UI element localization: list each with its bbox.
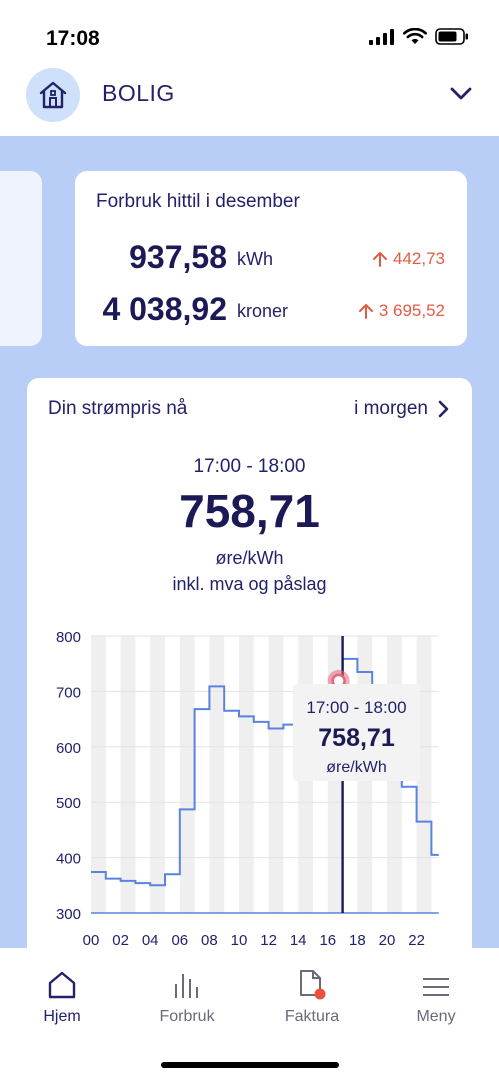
- signal-icon: [369, 28, 394, 45]
- nav-label-home: Hjem: [43, 1008, 81, 1025]
- consumption-summary-card[interactable]: Forbruk hittil i desember 937,58 kWh 442…: [75, 171, 467, 346]
- previous-card[interactable]: [0, 171, 42, 346]
- chart-stripe: [268, 636, 284, 913]
- bar-chart-icon: [175, 974, 198, 998]
- price-chart[interactable]: 800 700 600 500 400 300 00 02 04 06 08 10 12 14 16 18 2…: [27, 378, 472, 948]
- nav-label-meny: Meny: [416, 1008, 456, 1025]
- chart-stripe: [239, 636, 254, 913]
- chart-stripe: [179, 636, 195, 913]
- chevron-down-icon[interactable]: [449, 82, 473, 106]
- x-tick-label: 14: [290, 932, 307, 948]
- kroner-delta-value: 3 695,52: [378, 301, 445, 320]
- x-tick-label: 06: [171, 932, 188, 948]
- summary-title: Forbruk hittil i desember: [96, 191, 300, 212]
- kwh-value: 937,58: [129, 239, 227, 275]
- x-tick-label: 18: [349, 932, 366, 948]
- nav-label-forbruk: Forbruk: [159, 1008, 215, 1025]
- battery-icon: [435, 28, 468, 45]
- tooltip-value: 758,71: [318, 724, 395, 752]
- property-avatar[interactable]: [26, 68, 80, 122]
- x-tick-label: 20: [379, 932, 396, 948]
- status-bar: 17:08: [0, 0, 499, 62]
- x-tick-label: 10: [231, 932, 248, 948]
- invoice-icon: [300, 970, 326, 1000]
- price-tooltip: 17:00 - 18:00 758,71 øre/kWh: [293, 684, 420, 781]
- content-area: Forbruk hittil i desember 937,58 kWh 442…: [0, 136, 499, 948]
- arrow-up-icon: [373, 252, 387, 267]
- y-tick-label: 300: [56, 906, 81, 923]
- y-tick-label: 700: [56, 684, 81, 701]
- tooltip-unit: øre/kWh: [326, 759, 387, 776]
- y-tick-label: 400: [56, 851, 81, 868]
- chart-stripe: [120, 636, 136, 913]
- house-icon: [39, 81, 67, 109]
- x-tick-label: 12: [260, 932, 277, 948]
- nav-item-home[interactable]: Hjem: [12, 968, 112, 1026]
- x-tick-label: 22: [408, 932, 425, 948]
- y-tick-label: 800: [56, 629, 81, 646]
- arrow-up-icon: [358, 304, 373, 319]
- kroner-delta: 3 695,52: [357, 301, 445, 321]
- home-indicator: [161, 1062, 339, 1068]
- x-tick-label: 08: [201, 932, 218, 948]
- top-header: BOLIG: [0, 62, 499, 136]
- kwh-delta-value: 442,73: [393, 249, 445, 268]
- nav-item-meny[interactable]: Meny: [386, 968, 486, 1026]
- x-tick-label: 02: [112, 932, 129, 948]
- kwh-unit: kWh: [237, 249, 273, 269]
- tooltip-time: 17:00 - 18:00: [306, 698, 407, 717]
- status-icons: [369, 28, 469, 45]
- home-icon: [48, 971, 76, 999]
- menu-icon: [423, 978, 449, 996]
- wifi-icon: [403, 28, 427, 44]
- y-tick-label: 500: [56, 795, 81, 812]
- notification-badge: [314, 988, 326, 1000]
- kwh-delta: 442,73: [371, 249, 445, 269]
- property-title[interactable]: BOLIG: [102, 80, 175, 107]
- nav-item-forbruk[interactable]: Forbruk: [137, 968, 237, 1026]
- price-card: Din strømpris nå i morgen 17:00 - 18:00 …: [27, 378, 472, 948]
- x-tick-label: 00: [83, 932, 100, 948]
- chart-stripe: [209, 636, 225, 913]
- nav-item-faktura[interactable]: Faktura: [262, 968, 362, 1026]
- y-tick-label: 600: [56, 740, 81, 757]
- status-time: 17:08: [46, 27, 100, 50]
- nav-label-faktura: Faktura: [284, 1008, 340, 1025]
- x-tick-label: 16: [319, 932, 336, 948]
- kroner-unit: kroner: [237, 301, 289, 321]
- bottom-nav: Hjem Forbruk Faktura Meny: [0, 948, 499, 1080]
- chart-stripe: [150, 636, 165, 913]
- x-tick-label: 04: [142, 932, 159, 948]
- kroner-value: 4 038,92: [102, 291, 227, 327]
